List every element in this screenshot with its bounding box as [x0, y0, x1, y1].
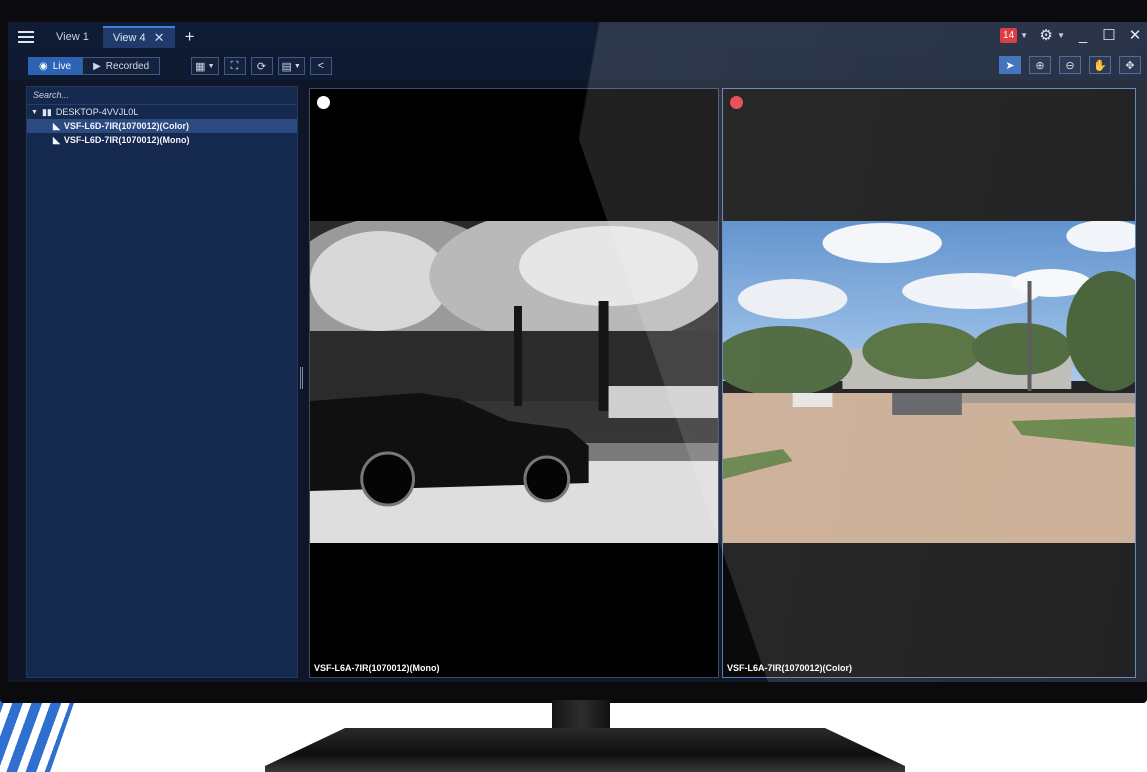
chevron-down-icon[interactable]: ▼: [1057, 31, 1065, 40]
device-tree-panel: Search... ▼ ▮▮ DESKTOP-4VVJL0L ◣ VSF-L6D…: [26, 86, 298, 678]
pan-hand-button[interactable]: ✋: [1089, 56, 1111, 74]
server-icon: ▮▮: [41, 106, 52, 117]
recorded-button[interactable]: ▶ Recorded: [82, 57, 161, 75]
color-camera-feed: [723, 221, 1135, 543]
toolbar: ◉ Live ▶ Recorded ▦ ▼ ⛶ ⟳ ▤ ▼ < ➤ ⊕ ⊖ ✋ ✥: [8, 52, 1147, 80]
status-dot: [317, 96, 330, 109]
live-label: Live: [52, 60, 72, 72]
zoom-out-button[interactable]: ⊖: [1059, 56, 1081, 74]
vms-app-window: View 1 View 4 ✕ + 14 ▼ ⚙ ▼ _ ☐ ✕ ◉ Live: [8, 22, 1147, 682]
move-button[interactable]: ✥: [1119, 56, 1141, 74]
save-view-button[interactable]: ▤ ▼: [277, 57, 305, 75]
add-tab-icon[interactable]: +: [185, 27, 195, 47]
tile-camera-name: VSF-L6A-7IR(1070012)(Mono): [314, 663, 440, 673]
video-tile-color[interactable]: VSF-L6A-7IR(1070012)(Color): [722, 88, 1136, 678]
window-controls: 14 ▼ ⚙ ▼ _ ☐ ✕: [1000, 26, 1143, 44]
zoom-in-icon: ⊕: [1035, 59, 1045, 72]
camera-label: VSF-L6D-7IR(1070012)(Mono): [63, 135, 190, 145]
chevron-down-icon: ▼: [207, 62, 215, 70]
fullscreen-button[interactable]: ⛶: [223, 57, 246, 75]
refresh-icon: ⟳: [256, 60, 267, 73]
refresh-button[interactable]: ⟳: [250, 57, 273, 75]
eye-icon: ◉: [39, 60, 48, 72]
play-circle-icon: ▶: [93, 60, 101, 72]
grid-icon: ▦: [195, 60, 206, 73]
move-icon: ✥: [1125, 59, 1135, 72]
maximize-icon[interactable]: ☐: [1101, 26, 1117, 44]
video-tile-mono[interactable]: VSF-L6A-7IR(1070012)(Mono): [309, 88, 719, 678]
camera-label: VSF-L6D-7IR(1070012)(Color): [63, 121, 189, 131]
save-icon: ▤: [281, 60, 292, 73]
chevron-down-icon[interactable]: ▼: [1020, 31, 1028, 40]
tab-label: View 1: [56, 31, 89, 43]
monitor-frame: View 1 View 4 ✕ + 14 ▼ ⚙ ▼ _ ☐ ✕ ◉ Live: [0, 0, 1147, 703]
close-tab-icon[interactable]: ✕: [154, 30, 165, 46]
notification-badge[interactable]: 14: [1000, 27, 1018, 43]
server-name: DESKTOP-4VVJL0L: [55, 107, 139, 117]
live-recorded-toggle: ◉ Live ▶ Recorded: [28, 57, 161, 75]
layout-grid-button[interactable]: ▦ ▼: [191, 57, 219, 75]
server-node[interactable]: ▼ ▮▮ DESKTOP-4VVJL0L: [27, 105, 297, 119]
tab-label: View 4: [112, 32, 146, 44]
recorded-label: Recorded: [105, 60, 150, 72]
zoom-in-button[interactable]: ⊕: [1029, 56, 1051, 74]
pointer-tools: ➤ ⊕ ⊖ ✋ ✥: [994, 56, 1141, 74]
camera-icon: ◣: [53, 134, 60, 145]
mono-camera-feed: [310, 221, 718, 543]
caret-down-icon[interactable]: ▼: [31, 109, 38, 116]
recording-status-dot: [730, 96, 743, 109]
live-button[interactable]: ◉ Live: [28, 57, 83, 75]
camera-item-color[interactable]: ◣ VSF-L6D-7IR(1070012)(Color): [27, 119, 297, 133]
tab-view-1[interactable]: View 1: [46, 26, 99, 48]
search-input[interactable]: Search...: [27, 87, 297, 105]
title-bar: View 1 View 4 ✕ + 14 ▼ ⚙ ▼ _ ☐ ✕: [8, 22, 1147, 52]
tab-view-4[interactable]: View 4 ✕: [102, 26, 175, 48]
select-tool-button[interactable]: ➤: [999, 56, 1021, 74]
camera-item-mono[interactable]: ◣ VSF-L6D-7IR(1070012)(Mono): [27, 133, 297, 147]
hand-icon: ✋: [1093, 59, 1107, 72]
zoom-out-icon: ⊖: [1065, 59, 1075, 72]
hamburger-menu-icon[interactable]: [18, 31, 34, 43]
share-button[interactable]: <: [309, 57, 332, 75]
settings-gear-icon[interactable]: ⚙: [1038, 26, 1054, 44]
monitor-stand-base: [265, 728, 905, 772]
share-icon: <: [317, 60, 325, 72]
pointer-icon: ➤: [1005, 59, 1015, 72]
panel-splitter-handle[interactable]: [300, 367, 303, 389]
minimize-icon[interactable]: _: [1075, 27, 1091, 44]
close-window-icon[interactable]: ✕: [1127, 26, 1143, 44]
fullscreen-icon: ⛶: [230, 59, 239, 72]
chevron-down-icon: ▼: [293, 62, 301, 70]
tile-camera-name: VSF-L6A-7IR(1070012)(Color): [727, 663, 853, 673]
camera-icon: ◣: [53, 120, 60, 131]
